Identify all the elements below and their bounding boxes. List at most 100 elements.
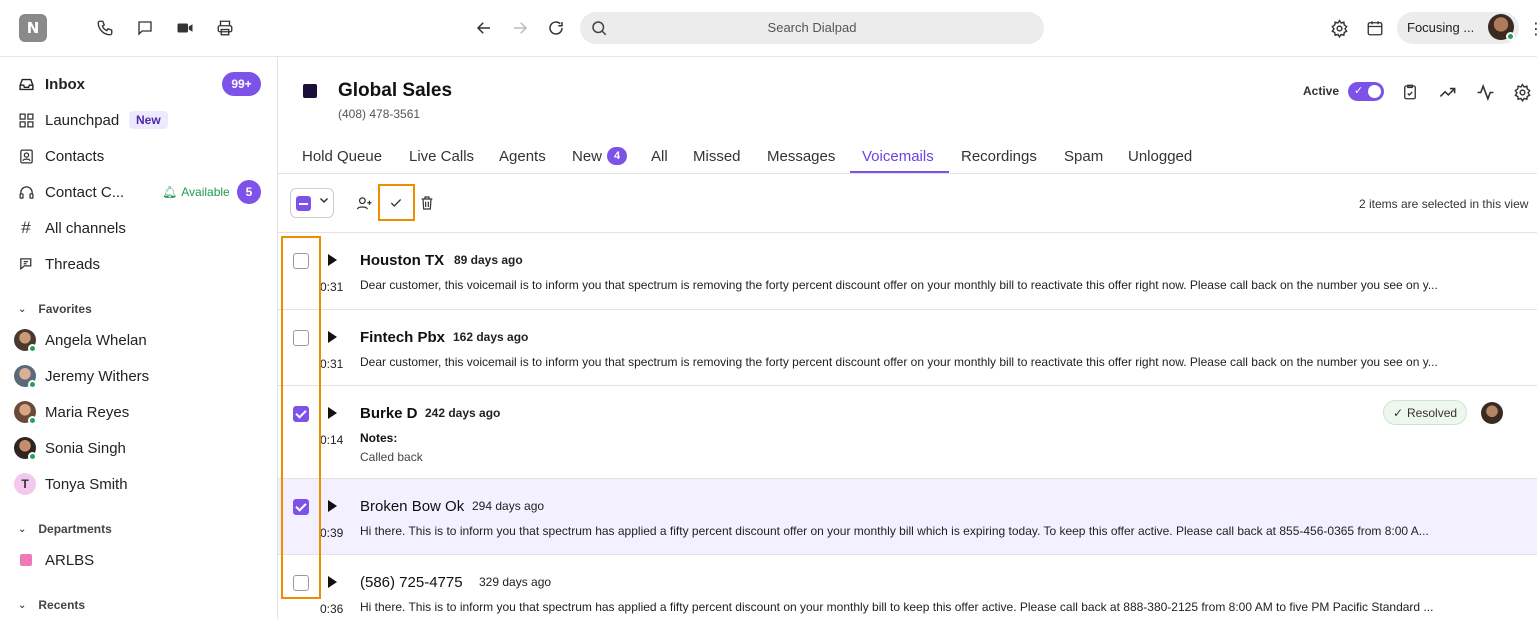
chevron-down-icon bbox=[318, 194, 330, 206]
select-all-dropdown[interactable] bbox=[290, 188, 334, 218]
tab-spam[interactable]: Spam bbox=[1064, 148, 1103, 165]
caller-name: (586) 725-4775 bbox=[360, 574, 463, 591]
play-icon[interactable] bbox=[328, 500, 337, 512]
favorites-section-header[interactable]: ⌄ Favorites bbox=[18, 302, 92, 316]
sidebar-item-label: All channels bbox=[45, 219, 126, 237]
voicemail-duration: 0:36 bbox=[320, 602, 344, 616]
sidebar-item-all-channels[interactable]: # All channels bbox=[0, 210, 277, 246]
section-title: Departments bbox=[38, 522, 112, 536]
checkmark-icon[interactable] bbox=[386, 193, 406, 213]
play-icon[interactable] bbox=[328, 254, 337, 266]
voicemail-duration: 0:31 bbox=[320, 357, 344, 371]
clipboard-icon[interactable] bbox=[1400, 82, 1420, 102]
refresh-icon[interactable] bbox=[545, 17, 567, 39]
inbox-count-badge: 99+ bbox=[222, 72, 261, 96]
voicemail-transcript: Hi there. This is to inform you that spe… bbox=[360, 600, 1434, 614]
play-icon[interactable] bbox=[328, 576, 337, 588]
assign-user-icon[interactable] bbox=[354, 193, 374, 213]
dialpad-logo[interactable]: N bbox=[19, 14, 47, 42]
settings-gear-icon[interactable] bbox=[1512, 82, 1532, 102]
printer-icon[interactable] bbox=[214, 17, 236, 39]
availability-status[interactable]: 🔔︎ Available bbox=[162, 185, 230, 199]
sidebar-item-favorite[interactable]: T Tonya Smith bbox=[0, 466, 277, 502]
voicemail-age: 162 days ago bbox=[453, 330, 529, 344]
forward-arrow-icon[interactable] bbox=[509, 17, 531, 39]
tab-messages[interactable]: Messages bbox=[767, 148, 835, 165]
voicemail-row[interactable]: 0:14 Burke D 242 days ago Notes: Called … bbox=[278, 386, 1537, 479]
tab-new-count-badge: 4 bbox=[607, 147, 627, 165]
voicemail-duration: 0:14 bbox=[320, 433, 344, 447]
tab-missed[interactable]: Missed bbox=[693, 148, 741, 165]
online-status-dot bbox=[28, 380, 37, 389]
page-phone-number: (408) 478-3561 bbox=[338, 107, 421, 121]
voicemail-row[interactable]: 0:36 (586) 725-4775 329 days ago Hi ther… bbox=[278, 555, 1537, 631]
sidebar-item-label: Contacts bbox=[45, 147, 105, 165]
tab-hold-queue[interactable]: Hold Queue bbox=[302, 148, 382, 165]
video-icon[interactable] bbox=[174, 17, 196, 39]
sidebar-item-threads[interactable]: Threads bbox=[0, 246, 277, 282]
trending-up-icon[interactable] bbox=[1437, 82, 1457, 102]
avatar: T bbox=[14, 473, 36, 495]
sidebar-item-favorite[interactable]: Sonia Singh bbox=[0, 430, 277, 466]
chevron-down-icon: ⌄ bbox=[18, 303, 27, 315]
voicemail-duration: 0:31 bbox=[320, 280, 344, 294]
caller-name: Fintech Pbx bbox=[360, 329, 446, 346]
new-tag: New bbox=[129, 111, 168, 129]
settings-gear-icon[interactable] bbox=[1328, 17, 1350, 39]
check-icon: ✓ bbox=[1392, 405, 1404, 420]
departments-section-header[interactable]: ⌄ Departments bbox=[18, 522, 112, 536]
phone-icon[interactable] bbox=[94, 17, 116, 39]
caller-name: Burke D bbox=[360, 405, 418, 422]
main-panel: Global Sales (408) 478-3561 Active ✓ Hol… bbox=[278, 57, 1537, 619]
section-title: Recents bbox=[38, 598, 86, 612]
active-toggle[interactable]: ✓ bbox=[1348, 82, 1384, 101]
tab-agents[interactable]: Agents bbox=[499, 148, 546, 165]
sidebar-item-label: ARLBS bbox=[45, 551, 95, 569]
sidebar-item-contacts[interactable]: Contacts bbox=[0, 138, 277, 174]
trash-icon[interactable] bbox=[417, 193, 437, 213]
tab-new[interactable]: New bbox=[572, 148, 602, 165]
calendar-icon[interactable] bbox=[1364, 17, 1386, 39]
online-status-dot bbox=[28, 416, 37, 425]
activity-icon[interactable] bbox=[1475, 82, 1495, 102]
tab-all[interactable]: All bbox=[651, 148, 668, 165]
search-input[interactable]: Search Dialpad bbox=[580, 12, 1044, 44]
tab-recordings[interactable]: Recordings bbox=[961, 148, 1037, 165]
sidebar-item-label: Contact C... bbox=[45, 183, 125, 201]
voicemail-age: 242 days ago bbox=[425, 406, 501, 420]
sidebar-item-department[interactable]: ARLBS bbox=[0, 542, 277, 578]
contact-center-count-badge: 5 bbox=[237, 180, 261, 204]
sidebar-item-label: Angela Whelan bbox=[45, 331, 147, 349]
voicemail-row[interactable]: 0:39 Broken Bow Ok 294 days ago Hi there… bbox=[278, 479, 1537, 555]
tab-voicemails[interactable]: Voicemails bbox=[862, 148, 934, 165]
tab-unlogged[interactable]: Unlogged bbox=[1128, 148, 1192, 165]
sidebar-item-favorite[interactable]: Maria Reyes bbox=[0, 394, 277, 430]
message-icon[interactable] bbox=[134, 17, 156, 39]
chevron-down-icon: ⌄ bbox=[18, 599, 27, 611]
sidebar-item-favorite[interactable]: Jeremy Withers bbox=[0, 358, 277, 394]
sidebar-item-favorite[interactable]: Angela Whelan bbox=[0, 322, 277, 358]
back-arrow-icon[interactable] bbox=[473, 17, 495, 39]
play-icon[interactable] bbox=[328, 407, 337, 419]
active-tab-indicator bbox=[850, 171, 949, 173]
checkbox-column-highlight bbox=[281, 236, 321, 599]
bulk-action-toolbar: 2 items are selected in this view bbox=[278, 174, 1537, 233]
more-menu-icon[interactable]: ⋮ bbox=[1528, 19, 1537, 39]
voicemail-row[interactable]: 0:31 Fintech Pbx 162 days ago Dear custo… bbox=[278, 310, 1537, 386]
tab-live-calls[interactable]: Live Calls bbox=[409, 148, 474, 165]
avatar bbox=[1481, 402, 1503, 424]
recents-section-header[interactable]: ⌄ Recents bbox=[18, 598, 85, 612]
top-bar: N Search Dialpad Focusing ... ⋮ bbox=[0, 0, 1537, 57]
voicemail-transcript: Hi there. This is to inform you that spe… bbox=[360, 524, 1429, 538]
select-all-checkbox[interactable] bbox=[296, 196, 311, 211]
play-icon[interactable] bbox=[328, 331, 337, 343]
selection-count-text: 2 items are selected in this view bbox=[1359, 197, 1529, 211]
sidebar-item-inbox[interactable]: Inbox 99+ bbox=[0, 66, 277, 102]
inbox-icon bbox=[17, 75, 35, 93]
voicemail-row[interactable]: 0:31 Houston TX 89 days ago Dear custome… bbox=[278, 234, 1537, 310]
caller-name: Broken Bow Ok bbox=[360, 498, 465, 515]
tab-bar: Hold Queue Live Calls Agents New 4 All M… bbox=[278, 142, 1537, 174]
sidebar-item-launchpad[interactable]: Launchpad New bbox=[0, 102, 277, 138]
voicemail-age: 89 days ago bbox=[454, 253, 523, 267]
sidebar-item-contact-center[interactable]: Contact C... 🔔︎ Available 5 bbox=[0, 174, 277, 210]
